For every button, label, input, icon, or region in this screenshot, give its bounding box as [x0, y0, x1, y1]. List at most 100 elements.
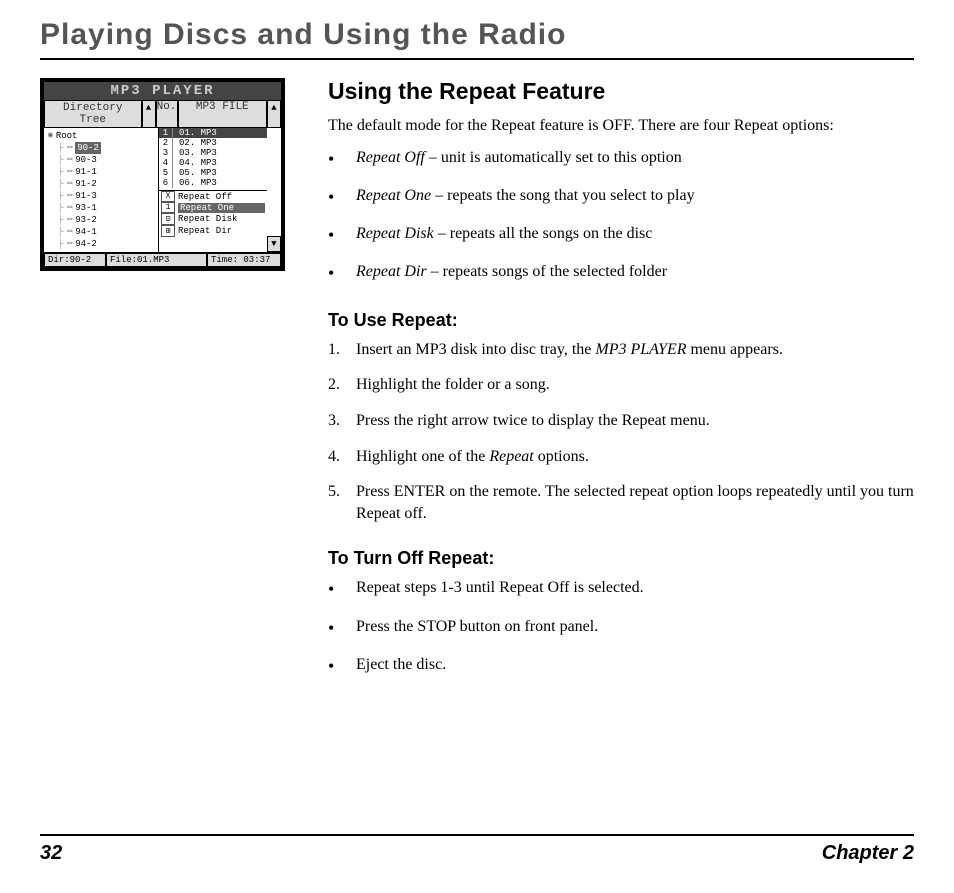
folder-icon: ▭ [67, 214, 72, 226]
repeat-mode-icon: ⊞ [161, 225, 175, 237]
step-text: Press the right arrow twice to display t… [356, 410, 710, 432]
option-term: Repeat Dir [356, 263, 427, 280]
step-item: Highlight one of the Repeat options. [328, 446, 914, 468]
folder-item: ▭93-1 [58, 202, 154, 214]
file-pane: 101. MP3202. MP3303. MP3404. MP3505. MP3… [159, 128, 267, 252]
file-number: 2 [159, 138, 173, 148]
page-footer: 32 Chapter 2 [40, 834, 914, 865]
folder-item: ▭90-2 [58, 142, 154, 154]
file-number: 5 [159, 168, 173, 178]
off-step-item: Eject the disc. [328, 654, 914, 678]
file-name: 04. MP3 [173, 158, 267, 168]
folder-item: ▭94-2 [58, 238, 154, 250]
option-desc: – repeats all the songs on the disc [434, 225, 653, 242]
folder-item: ▭90-3 [58, 154, 154, 166]
off-step-text: Press the STOP button on front panel. [356, 616, 598, 640]
repeat-options-list: Repeat Off – unit is automatically set t… [328, 147, 914, 286]
status-time: Time: 03:37 [207, 253, 281, 267]
footer-rule [40, 834, 914, 836]
folder-item: ▭94-1 [58, 226, 154, 238]
repeat-label: Repeat Dir [178, 226, 265, 236]
folder-icon: ▭ [67, 142, 72, 154]
option-term: Repeat One [356, 187, 431, 204]
folder-icon: ▭ [67, 166, 72, 178]
off-step-item: Press the STOP button on front panel. [328, 616, 914, 640]
status-dir: Dir:90-2 [44, 253, 106, 267]
file-name: 06. MP3 [173, 178, 267, 188]
file-row: 404. MP3 [159, 158, 267, 168]
off-steps-list: Repeat steps 1-3 until Repeat Off is sel… [328, 577, 914, 678]
scroll-down-icon: ▼ [267, 236, 281, 252]
file-row: 606. MP3 [159, 178, 267, 188]
file-name: 03. MP3 [173, 148, 267, 158]
step-item: Press the right arrow twice to display t… [328, 410, 914, 432]
option-item: Repeat Dir – repeats songs of the select… [328, 261, 914, 285]
intro-text: The default mode for the Repeat feature … [328, 115, 914, 137]
scroll-up-icon: ▲ [267, 100, 281, 128]
repeat-label: Repeat Disk [178, 214, 265, 224]
step-text: Highlight the folder or a song. [356, 374, 550, 396]
off-step-text: Repeat steps 1-3 until Repeat Off is sel… [356, 577, 644, 601]
file-number: 1 [159, 128, 173, 138]
folder-label: 90-3 [75, 154, 97, 166]
folder-icon: ▭ [67, 202, 72, 214]
file-number: 3 [159, 148, 173, 158]
file-name: 02. MP3 [173, 138, 267, 148]
repeat-mode-icon: 1 [161, 202, 175, 213]
option-term: Repeat Off [356, 149, 425, 166]
repeat-option: XRepeat Off [159, 191, 267, 202]
option-item: Repeat One – repeats the song that you s… [328, 185, 914, 209]
mp3-player-screenshot: MP3 PLAYER Directory Tree ▲ No. MP3 FILE… [40, 78, 285, 271]
file-row: 505. MP3 [159, 168, 267, 178]
step-text: Insert an MP3 disk into disc tray, the M… [356, 339, 783, 361]
repeat-mode-icon: X [161, 191, 175, 202]
repeat-mode-icon: ⊡ [161, 213, 175, 225]
use-steps-list: Insert an MP3 disk into disc tray, the M… [328, 339, 914, 525]
dir-tree-header: Directory Tree [44, 100, 142, 128]
directory-tree: ◉Root ▭90-2▭90-3▭91-1▭91-2▭91-3▭93-1▭93-… [44, 128, 159, 252]
file-row: 101. MP3 [159, 128, 267, 138]
disc-icon: ◉ [48, 130, 53, 142]
folder-label: 90-2 [75, 142, 101, 154]
repeat-option: ⊞Repeat Dir [159, 225, 267, 237]
use-heading: To Use Repeat: [328, 310, 914, 331]
folder-icon: ▭ [67, 178, 72, 190]
folder-item: ▭91-1 [58, 166, 154, 178]
file-row: 303. MP3 [159, 148, 267, 158]
folder-item: ▭93-2 [58, 214, 154, 226]
page-title: Playing Discs and Using the Radio [40, 18, 914, 52]
option-item: Repeat Off – unit is automatically set t… [328, 147, 914, 171]
folder-icon: ▭ [67, 190, 72, 202]
folder-label: 91-3 [75, 190, 97, 202]
repeat-option: 1Repeat One [159, 202, 267, 213]
folder-label: 94-2 [75, 238, 97, 250]
option-item: Repeat Disk – repeats all the songs on t… [328, 223, 914, 247]
folder-label: 93-2 [75, 214, 97, 226]
off-step-text: Eject the disc. [356, 654, 446, 678]
root-label: Root [56, 130, 78, 142]
repeat-label: Repeat One [178, 203, 265, 213]
file-header: MP3 FILE [178, 100, 268, 128]
step-text: Press ENTER on the remote. The selected … [356, 481, 914, 524]
chapter-label: Chapter 2 [822, 842, 914, 865]
title-rule [40, 58, 914, 60]
option-desc: – repeats songs of the selected folder [427, 263, 667, 280]
folder-item: ▭91-3 [58, 190, 154, 202]
repeat-option: ⊡Repeat Disk [159, 213, 267, 225]
folder-label: 94-1 [75, 226, 97, 238]
step-item: Press ENTER on the remote. The selected … [328, 481, 914, 524]
page-number: 32 [40, 842, 62, 865]
file-number: 4 [159, 158, 173, 168]
folder-label: 91-2 [75, 178, 97, 190]
folder-label: 91-1 [75, 166, 97, 178]
option-desc: – repeats the song that you select to pl… [431, 187, 694, 204]
scroll-up-icon: ▲ [142, 100, 156, 128]
step-text: Highlight one of the Repeat options. [356, 446, 589, 468]
off-heading: To Turn Off Repeat: [328, 548, 914, 569]
section-heading: Using the Repeat Feature [328, 78, 914, 105]
status-file: File:01.MP3 [106, 253, 207, 267]
folder-label: 93-1 [75, 202, 97, 214]
option-desc: – unit is automatically set to this opti… [425, 149, 682, 166]
file-name: 05. MP3 [173, 168, 267, 178]
folder-icon: ▭ [67, 238, 72, 250]
